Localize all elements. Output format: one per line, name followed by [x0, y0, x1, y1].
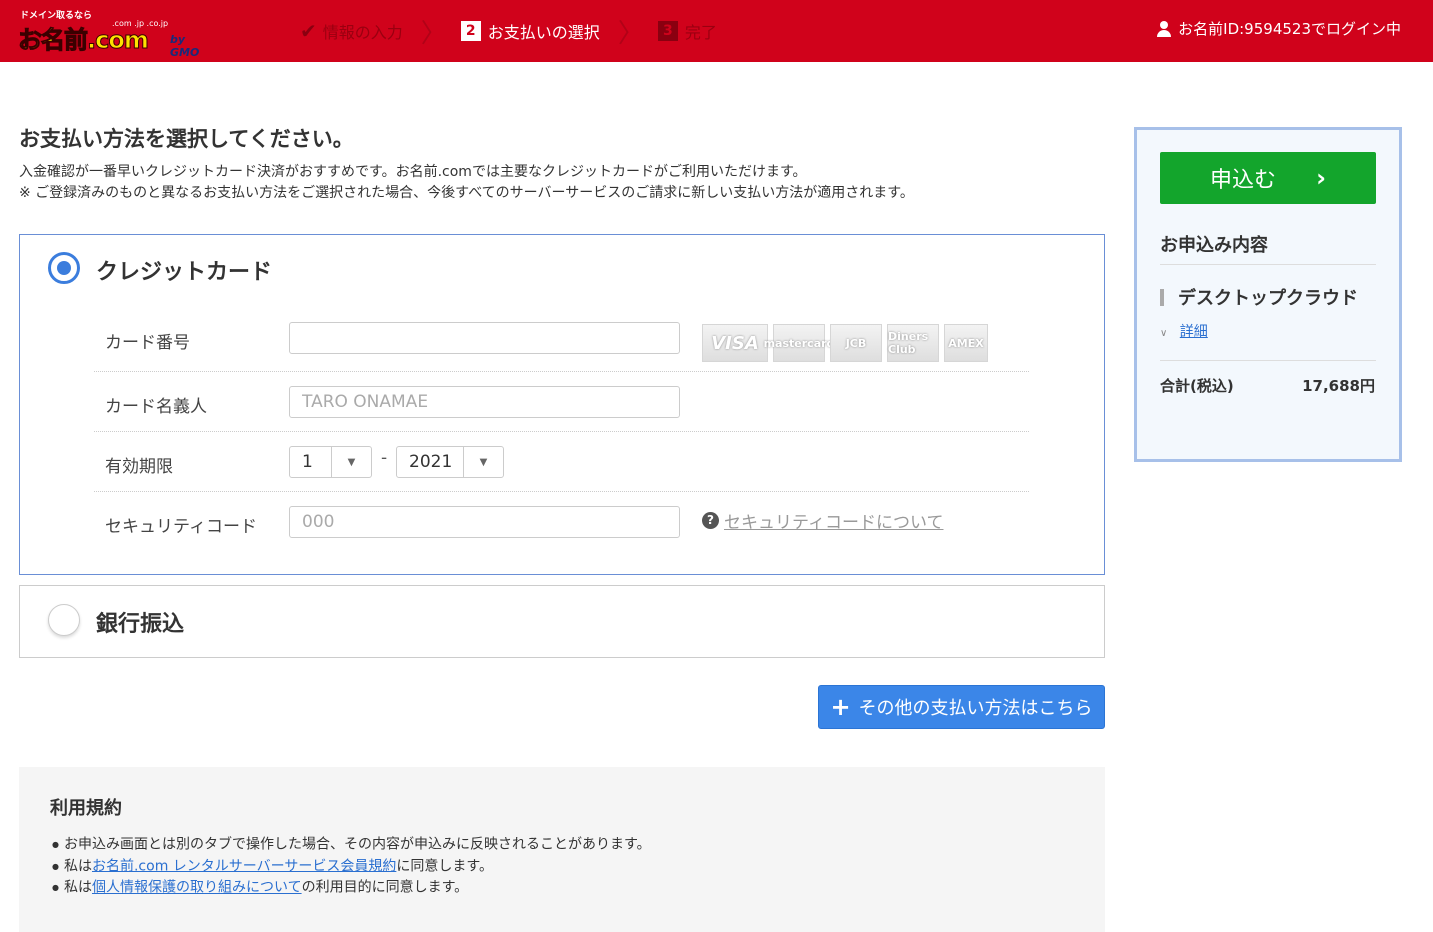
expiry-year-value: 2021	[409, 452, 453, 472]
user-icon	[1157, 20, 1172, 37]
apply-button[interactable]: 申込む ›	[1160, 152, 1376, 204]
card-holder-input[interactable]	[289, 386, 680, 418]
order-summary-panel: 申込む › お申込み内容 デスクトップクラウド ∨ 詳細 合計(税込) 17,6…	[1134, 127, 1402, 462]
product-name: デスクトップクラウド	[1160, 284, 1358, 310]
accent-bar	[1160, 288, 1164, 306]
bank-transfer-section: 銀行振込	[19, 585, 1105, 658]
step-label: 完了	[684, 23, 717, 42]
top-header: ドメイン取るなら .com .jp .co.jp お名前.com by GMO …	[0, 0, 1433, 62]
amex-logo: AMEX	[944, 324, 988, 362]
terms-text: の利用目的に同意します。	[301, 879, 469, 896]
step-complete: 3 完了	[657, 19, 717, 43]
terms-title: 利用規約	[50, 798, 122, 819]
card-holder-row: カード名義人	[94, 372, 1029, 432]
step-label: お支払いの選択	[487, 23, 600, 42]
terms-text: に同意します。	[396, 858, 493, 874]
summary-title: お申込み内容	[1160, 235, 1268, 256]
chevron-down-icon: ∨	[1160, 328, 1168, 339]
product-label: デスクトップクラウド	[1178, 288, 1358, 309]
security-code-label: セキュリティコード	[105, 517, 257, 537]
chevron-right-icon: 〉	[617, 18, 644, 49]
card-holder-label: カード名義人	[105, 397, 207, 417]
jcb-logo: JCB	[830, 324, 882, 362]
page-title: お支払い方法を選択してください。	[19, 127, 354, 151]
login-status: お名前ID:9594523でログイン中	[1157, 18, 1401, 39]
terms-text: お申込み画面とは別のタブで操作した場合、その内容が申込みに反映されることがありま…	[63, 836, 651, 853]
expiry-label: 有効期限	[105, 457, 173, 477]
security-code-row: セキュリティコード ? セキュリティコードについて	[94, 492, 1029, 552]
list-item: 私は個人情報保護の取り組みについての利用目的に同意します。	[52, 877, 651, 899]
other-payment-label: その他の支払い方法はこちら	[858, 698, 1093, 719]
terms-list: お申込み画面とは別のタブで操作した場合、その内容が申込みに反映されることがありま…	[52, 834, 651, 899]
visa-logo: VISA	[702, 324, 768, 362]
terms-section: 利用規約 お申込み画面とは別のタブで操作した場合、その内容が申込みに反映されるこ…	[19, 767, 1105, 932]
onamae-logo[interactable]: ドメイン取るなら .com .jp .co.jp お名前.com by GMO	[18, 6, 218, 59]
security-code-help-link[interactable]: セキュリティコードについて	[724, 508, 943, 533]
expiry-year-select[interactable]: 2021 ▼	[396, 446, 504, 478]
total-value: 17,688円	[1302, 377, 1375, 395]
detail-toggle[interactable]: ∨ 詳細	[1160, 321, 1208, 341]
membership-terms-link[interactable]: お名前.com レンタルサーバーサービス会員規約	[92, 858, 396, 874]
expiry-month-value: 1	[302, 452, 313, 472]
other-payment-button[interactable]: + その他の支払い方法はこちら	[818, 685, 1105, 729]
login-text: お名前ID:9594523でログイン中	[1178, 20, 1401, 38]
privacy-policy-link[interactable]: 個人情報保護の取り組みについて	[92, 880, 302, 896]
terms-text: 私は	[63, 879, 92, 896]
terms-text: 私は	[63, 858, 92, 874]
description-note: ※ ご登録済みのものと異なるお支払い方法をご選択された場合、今後すべてのサーバー…	[19, 185, 914, 201]
triangle-down-icon: ▼	[331, 447, 371, 477]
expiry-separator: -	[381, 448, 388, 468]
mastercard-logo: mastercard	[764, 324, 834, 362]
logo-name: お名前.com	[18, 26, 150, 55]
step-number: 2	[460, 21, 481, 41]
expiry-row: 有効期限 1 ▼ - 2021 ▼	[94, 432, 1029, 492]
diners-club-logo: Diners Club	[887, 324, 939, 362]
question-icon: ?	[702, 512, 719, 529]
apply-label: 申込む	[1210, 168, 1277, 193]
chevron-right-icon: 〉	[420, 18, 447, 49]
bank-transfer-radio[interactable]	[48, 604, 80, 636]
credit-card-label[interactable]: クレジットカード	[96, 254, 272, 286]
triangle-down-icon: ▼	[463, 447, 503, 477]
security-code-input[interactable]	[289, 506, 680, 538]
credit-card-section: クレジットカード カード番号 VISA mastercard JCB Diner…	[19, 234, 1105, 575]
step-label: 情報の入力	[322, 23, 403, 42]
card-number-input[interactable]	[289, 322, 680, 354]
chevron-right-icon: ›	[1316, 164, 1326, 192]
divider	[1160, 360, 1376, 361]
check-icon: ✔	[300, 19, 317, 43]
step-payment: 2 お支払いの選択	[460, 19, 600, 43]
page-description: 入金確認が一番早いクレジットカード決済がおすすめです。お名前.comでは主要なク…	[19, 162, 914, 204]
list-item: お申込み画面とは別のタブで操作した場合、その内容が申込みに反映されることがありま…	[52, 834, 651, 856]
step-input: ✔ 情報の入力	[300, 19, 403, 43]
card-number-row: カード番号 VISA mastercard JCB Diners Club AM…	[94, 312, 1029, 372]
step-number: 3	[657, 21, 678, 41]
divider	[1160, 264, 1376, 265]
bank-transfer-label[interactable]: 銀行振込	[96, 606, 184, 638]
total-label: 合計(税込)	[1160, 377, 1234, 395]
security-code-help[interactable]: ? セキュリティコードについて	[702, 508, 943, 533]
detail-link[interactable]: 詳細	[1180, 324, 1208, 340]
logo-gmo: by GMO	[170, 33, 200, 59]
card-brand-logos: VISA mastercard JCB Diners Club AMEX	[702, 324, 993, 362]
expiry-month-select[interactable]: 1 ▼	[289, 446, 372, 478]
description-line: 入金確認が一番早いクレジットカード決済がおすすめです。お名前.comでは主要なク…	[19, 164, 807, 180]
list-item: 私はお名前.com レンタルサーバーサービス会員規約に同意します。	[52, 856, 651, 878]
plus-icon: +	[830, 693, 851, 721]
credit-card-radio[interactable]	[48, 252, 80, 284]
card-number-label: カード番号	[105, 333, 190, 353]
progress-steps: ✔ 情報の入力 〉 2 お支払いの選択 〉 3 完了	[300, 0, 717, 62]
